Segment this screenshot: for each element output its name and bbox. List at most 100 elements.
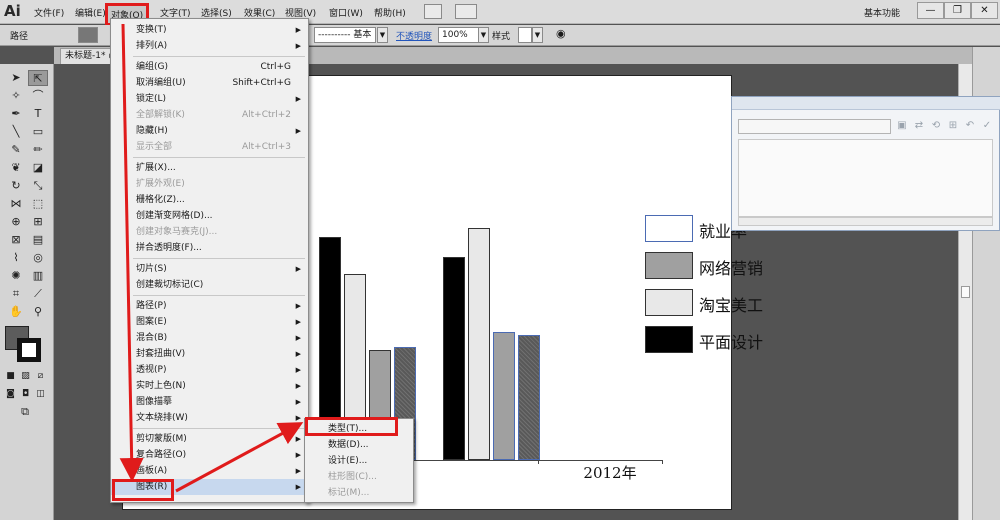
arrange-documents-icon[interactable] [455, 4, 477, 19]
object-menu-item[interactable]: 复合路径(O) ▶ [111, 447, 308, 463]
recolor-icon[interactable]: ◉ [556, 27, 566, 40]
stroke-style-dropdown[interactable]: ▼ [377, 27, 388, 43]
gradient-tool-icon[interactable]: ▤ [28, 232, 48, 248]
object-menu-item[interactable]: 变换(T) ▶ [111, 22, 308, 38]
graph-submenu-item[interactable]: 标记(M)... [305, 485, 413, 501]
switch-xy-icon[interactable]: ⟲ [929, 119, 943, 133]
object-menu-item[interactable]: 剪切蒙版(M) ▶ [111, 431, 308, 447]
magic-wand-tool-icon[interactable]: ✧ [6, 88, 26, 104]
transpose-icon[interactable]: ⇄ [912, 119, 926, 133]
direct-selection-tool-icon[interactable]: ⇱ [28, 70, 48, 86]
hand-tool-icon[interactable]: ✋ [6, 304, 26, 320]
pen-tool-icon[interactable]: ✒ [6, 106, 26, 122]
chart-bar[interactable] [443, 257, 465, 460]
column-graph-tool-icon[interactable]: ▥ [28, 268, 48, 284]
eraser-tool-icon[interactable]: ◪ [28, 160, 48, 176]
menu-window[interactable]: 窗口(W) [329, 6, 363, 19]
object-menu-item[interactable]: 切片(S) ▶ [111, 261, 308, 277]
object-menu-item[interactable]: 排列(A) ▶ [111, 38, 308, 54]
screen-mode-icon[interactable]: ⧉ [15, 404, 35, 420]
lasso-tool-icon[interactable]: ⌒ [28, 88, 48, 104]
object-menu-item[interactable]: 取消编组(U) Shift+Ctrl+G [111, 75, 308, 91]
graph-submenu-item[interactable]: 数据(D)... [305, 437, 413, 453]
import-data-icon[interactable]: ▣ [895, 119, 909, 133]
opacity-dropdown[interactable]: ▼ [478, 27, 489, 43]
graph-data-titlebar[interactable] [732, 97, 1000, 110]
type-tool-icon[interactable]: T [28, 106, 48, 122]
menu-file[interactable]: 文件(F) [34, 6, 64, 19]
close-button[interactable]: ✕ [971, 2, 998, 19]
mesh-tool-icon[interactable]: ⊠ [6, 232, 26, 248]
object-menu-item[interactable]: 文本绕排(W) ▶ [111, 410, 308, 426]
revert-icon[interactable]: ↶ [963, 119, 977, 133]
object-menu-item[interactable]: 实时上色(N) ▶ [111, 378, 308, 394]
graph-data-hscroll[interactable] [738, 217, 993, 226]
graph-data-grid[interactable] [738, 139, 993, 217]
object-menu-item[interactable]: 封套扭曲(V) ▶ [111, 346, 308, 362]
object-menu-item[interactable]: 创建对象马赛克(J)... [111, 224, 308, 240]
object-menu-item[interactable]: 栅格化(Z)... [111, 192, 308, 208]
stroke-style-select[interactable]: ---------- 基本 [314, 27, 376, 43]
blob-brush-tool-icon[interactable]: ❦ [6, 160, 26, 176]
rectangle-tool-icon[interactable]: ▭ [28, 124, 48, 140]
chart-bar[interactable] [493, 332, 515, 460]
shape-builder-tool-icon[interactable]: ⊕ [6, 214, 26, 230]
maximize-button[interactable]: ❐ [944, 2, 971, 19]
workspace-switcher[interactable]: 基本功能 [864, 6, 900, 19]
artboard-tool-icon[interactable]: ⌗ [6, 286, 26, 302]
draw-normal-icon[interactable]: ◙ [4, 386, 17, 402]
apply-icon[interactable]: ✓ [980, 119, 994, 133]
paintbrush-tool-icon[interactable]: ✎ [6, 142, 26, 158]
scale-tool-icon[interactable]: ⤡ [28, 178, 48, 194]
draw-behind-icon[interactable]: ◘ [19, 386, 32, 402]
menu-help[interactable]: 帮助(H) [374, 6, 406, 19]
blend-tool-icon[interactable]: ◎ [28, 250, 48, 266]
minimize-button[interactable]: — [917, 2, 944, 19]
rotate-tool-icon[interactable]: ↻ [6, 178, 26, 194]
object-menu-item[interactable]: 显示全部 Alt+Ctrl+3 [111, 139, 308, 155]
object-menu-item[interactable]: 全部解锁(K) Alt+Ctrl+2 [111, 107, 308, 123]
perspective-grid-tool-icon[interactable]: ⊞ [28, 214, 48, 230]
color-mode-icon[interactable]: ■ [4, 368, 17, 384]
pencil-tool-icon[interactable]: ✏ [28, 142, 48, 158]
vertical-scroll-thumb[interactable] [961, 286, 970, 298]
symbol-sprayer-tool-icon[interactable]: ✺ [6, 268, 26, 284]
graphic-style-swatch[interactable] [518, 27, 532, 43]
object-menu-item[interactable]: 透视(P) ▶ [111, 362, 308, 378]
fill-swatch[interactable] [78, 27, 98, 43]
object-menu-item[interactable]: 路径(P) ▶ [111, 298, 308, 314]
object-menu-item[interactable]: 混合(B) ▶ [111, 330, 308, 346]
eyedropper-tool-icon[interactable]: ⌇ [6, 250, 26, 266]
gradient-mode-icon[interactable]: ▨ [19, 368, 32, 384]
object-menu-item[interactable]: 创建渐变网格(D)... [111, 208, 308, 224]
draw-inside-icon[interactable]: ◫ [34, 386, 47, 402]
chart-bar[interactable] [468, 228, 490, 460]
object-menu-item[interactable]: 画板(A) ▶ [111, 463, 308, 479]
object-menu-item[interactable]: 图像描摹 ▶ [111, 394, 308, 410]
zoom-tool-icon[interactable]: ⚲ [28, 304, 48, 320]
stroke-color-icon[interactable] [17, 338, 41, 362]
chart-bar[interactable] [518, 335, 540, 460]
menu-edit[interactable]: 编辑(E) [75, 6, 106, 19]
selection-tool-icon[interactable]: ➤ [6, 70, 26, 86]
cell-style-icon[interactable]: ⊞ [946, 119, 960, 133]
object-menu-item[interactable]: 锁定(L) ▶ [111, 91, 308, 107]
object-menu-item[interactable]: 扩展(X)... [111, 160, 308, 176]
width-tool-icon[interactable]: ⋈ [6, 196, 26, 212]
graphic-style-dropdown[interactable]: ▼ [532, 27, 543, 43]
opacity-link[interactable]: 不透明度 [396, 29, 432, 42]
slice-tool-icon[interactable]: ⟋ [28, 286, 48, 302]
graph-submenu-item[interactable]: 柱形图(C)... [305, 469, 413, 485]
none-mode-icon[interactable]: ⧄ [34, 368, 47, 384]
object-menu-item[interactable]: 拼合透明度(F)... [111, 240, 308, 256]
line-tool-icon[interactable]: ╲ [6, 124, 26, 140]
graph-submenu-item[interactable]: 设计(E)... [305, 453, 413, 469]
bridge-icon[interactable] [424, 4, 442, 19]
free-transform-tool-icon[interactable]: ⬚ [28, 196, 48, 212]
object-menu-item[interactable]: 创建裁切标记(C) [111, 277, 308, 293]
object-menu-item[interactable]: 扩展外观(E) [111, 176, 308, 192]
object-menu-item[interactable]: 编组(G) Ctrl+G [111, 59, 308, 75]
object-menu-item[interactable]: 隐藏(H) ▶ [111, 123, 308, 139]
object-menu-item[interactable]: 图案(E) ▶ [111, 314, 308, 330]
graph-data-cell-input[interactable] [738, 119, 891, 134]
